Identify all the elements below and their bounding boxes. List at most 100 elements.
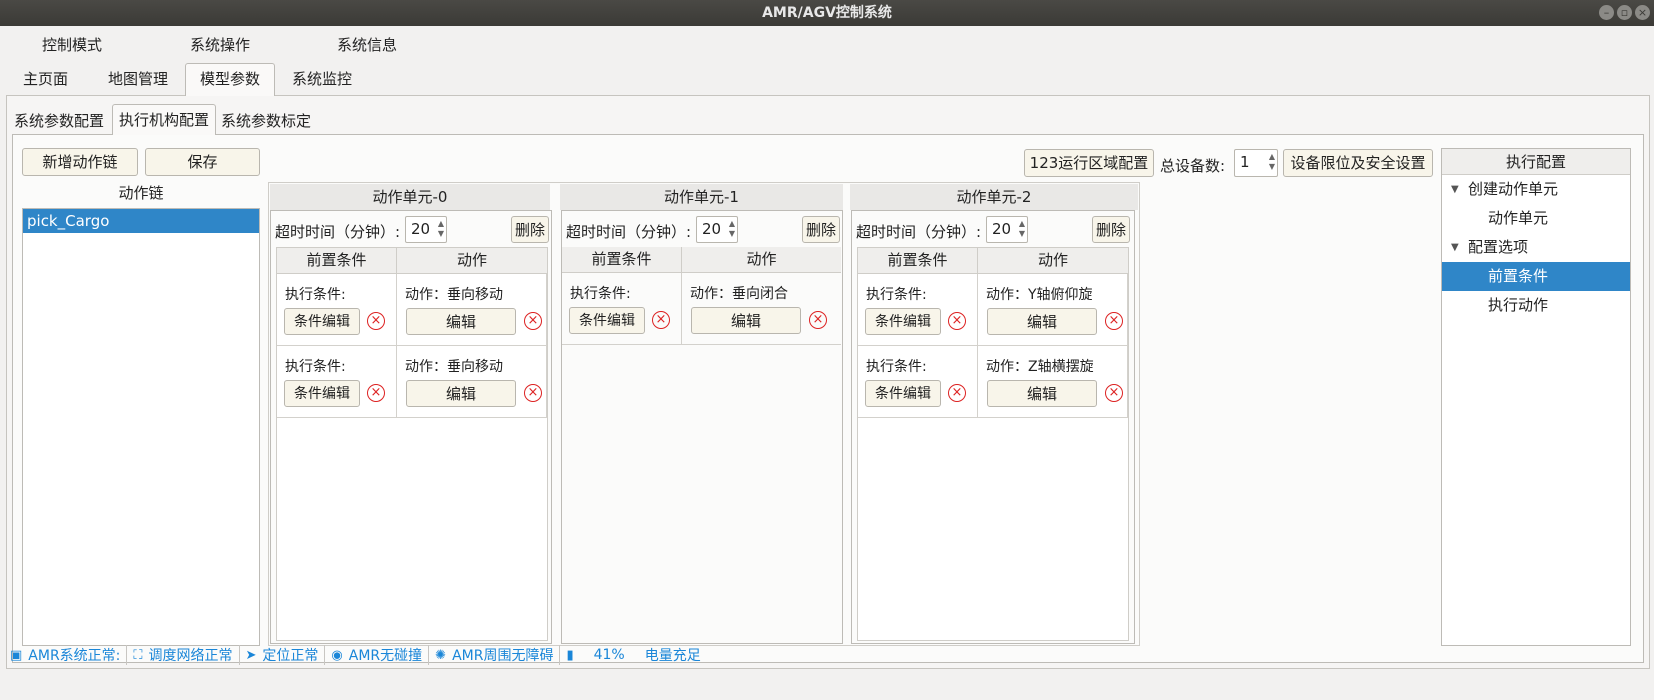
exec-condition-label: 执行条件: — [285, 359, 346, 375]
spin-arrows-icon[interactable]: ▲ ▼ — [1269, 152, 1275, 172]
exec-condition-label: 执行条件: — [285, 287, 346, 303]
status-text: AMR系统正常: — [28, 648, 121, 664]
battery-status-text: 电量充足 — [644, 648, 701, 664]
action-chain-list[interactable]: pick_Cargo — [22, 208, 260, 646]
status-text: AMR周围无障碍 — [452, 648, 554, 664]
status-bar: ▣ AMR系统正常: ⛶ 调度网络正常 ➤ 定位正常 ◉ AMR无碰撞 ✺ AM… — [0, 640, 1654, 670]
unit-1-delete-button[interactable]: 删除 — [802, 216, 840, 243]
action-edit-button[interactable]: 编辑 — [406, 308, 516, 335]
unit-2-panel: 超时时间（分钟）: 20 ▲ ▼ 删除 前置条件 动作 执行条件: 条件编辑 × … — [851, 210, 1135, 644]
tab-system-monitor[interactable]: 系统监控 — [278, 64, 366, 94]
action-edit-button[interactable]: 编辑 — [691, 307, 801, 334]
tab-system-param-config[interactable]: 系统参数配置 — [14, 110, 104, 131]
tree-node-exec-action[interactable]: 执行动作 — [1442, 291, 1630, 320]
table-row: 执行条件: 条件编辑 × — [277, 346, 397, 418]
action-label: 动作：垂向闭合 — [690, 286, 788, 302]
delete-condition-icon[interactable]: × — [367, 384, 385, 402]
unit-2-timeout-spinbox[interactable]: 20 ▲ ▼ — [986, 216, 1028, 243]
table-row: 动作：Z轴横摆旋 编辑 × — [978, 346, 1128, 418]
condition-edit-button[interactable]: 条件编辑 — [569, 307, 645, 334]
zone-config-button[interactable]: 123运行区域配置 — [1024, 149, 1154, 177]
delete-action-icon[interactable]: × — [1105, 312, 1123, 330]
window-controls: – ▫ × — [1599, 5, 1650, 20]
exec-condition-label: 执行条件: — [866, 359, 927, 375]
table-row: 动作：Y轴俯仰旋 编辑 × — [978, 274, 1128, 346]
unit-1-panel: 超时时间（分钟）: 20 ▲ ▼ 删除 前置条件 动作 执行条件: 条件编辑 × … — [561, 210, 843, 644]
condition-edit-button[interactable]: 条件编辑 — [865, 308, 941, 335]
unit-0-panel: 超时时间（分钟）: 20 ▲ ▼ 删除 前置条件 动作 执行条件: 条件编辑 × … — [270, 210, 552, 644]
delete-condition-icon[interactable]: × — [652, 311, 670, 329]
unit-0-col-pre: 前置条件 — [277, 248, 397, 274]
tree-node-create-unit[interactable]: ▼ 创建动作单元 — [1442, 175, 1630, 204]
close-icon[interactable]: × — [1635, 5, 1650, 20]
tab-system-param-calibration[interactable]: 系统参数标定 — [221, 110, 311, 131]
expand-arrow-icon[interactable]: ▼ — [1451, 233, 1459, 262]
action-chain-item[interactable]: pick_Cargo — [23, 209, 259, 233]
device-count-label: 总设备数: — [1160, 157, 1226, 175]
tab-home[interactable]: 主页面 — [9, 64, 82, 94]
tab-map-management[interactable]: 地图管理 — [94, 64, 182, 94]
minimize-icon[interactable]: – — [1599, 5, 1614, 20]
unit-2-col-action: 动作 — [978, 248, 1128, 274]
table-row: 动作：垂向移动 编辑 × — [397, 274, 547, 346]
action-label: 动作：Y轴俯仰旋 — [986, 287, 1093, 303]
tree-node-label: 创建动作单元 — [1468, 180, 1559, 198]
unit-2-delete-button[interactable]: 删除 — [1092, 216, 1130, 243]
execution-config-tree[interactable]: 执行配置 ▼ 创建动作单元 动作单元 ▼ 配置选项 前置条件 执行动作 — [1441, 148, 1631, 646]
status-location: ➤ 定位正常 — [240, 645, 326, 665]
save-button[interactable]: 保存 — [145, 148, 260, 176]
unit-0-timeout-label: 超时时间（分钟）: — [275, 223, 401, 241]
title-bar: AMR/AGV控制系统 — [0, 0, 1654, 26]
window-title: AMR/AGV控制系统 — [762, 5, 892, 21]
spin-arrows-icon[interactable]: ▲ ▼ — [438, 219, 444, 239]
delete-condition-icon[interactable]: × — [948, 312, 966, 330]
unit-2-col-pre: 前置条件 — [858, 248, 978, 274]
spin-arrows-icon[interactable]: ▲ ▼ — [1019, 219, 1025, 239]
status-collision: ◉ AMR无碰撞 — [325, 645, 430, 665]
delete-action-icon[interactable]: × — [524, 384, 542, 402]
action-edit-button[interactable]: 编辑 — [987, 308, 1097, 335]
unit-1-timeout-label: 超时时间（分钟）: — [566, 223, 692, 241]
action-edit-button[interactable]: 编辑 — [987, 380, 1097, 407]
delete-action-icon[interactable]: × — [524, 312, 542, 330]
table-row: 执行条件: 条件编辑 × — [858, 274, 978, 346]
condition-edit-button[interactable]: 条件编辑 — [865, 380, 941, 407]
battery-percent: 41% — [593, 647, 625, 663]
camera-icon: ◉ — [331, 647, 343, 663]
add-action-chain-button[interactable]: 新增动作链 — [22, 148, 138, 176]
status-network: ⛶ 调度网络正常 — [127, 645, 240, 665]
table-row: 执行条件: 条件编辑 × — [858, 346, 978, 418]
unit-1-grid: 前置条件 动作 执行条件: 条件编辑 × 动作：垂向闭合 编辑 × — [562, 247, 842, 641]
delete-condition-icon[interactable]: × — [948, 384, 966, 402]
menu-system-operation[interactable]: 系统操作 — [190, 34, 250, 55]
unit-2-title: 动作单元-2 — [850, 184, 1138, 210]
tree-node-preconditions[interactable]: 前置条件 — [1442, 262, 1630, 291]
action-edit-button[interactable]: 编辑 — [406, 380, 516, 407]
status-text: 定位正常 — [262, 648, 319, 664]
radar-icon: ✺ — [435, 647, 447, 663]
condition-edit-button[interactable]: 条件编辑 — [284, 380, 360, 407]
status-battery: ▮ 41% 电量充足 — [560, 645, 706, 665]
menu-control-mode[interactable]: 控制模式 — [42, 34, 102, 55]
tab-model-params[interactable]: 模型参数 — [185, 63, 276, 96]
delete-action-icon[interactable]: × — [1105, 384, 1123, 402]
tab-actuator-config[interactable]: 执行机构配置 — [112, 104, 217, 135]
tree-node-action-unit[interactable]: 动作单元 — [1442, 204, 1630, 233]
menu-system-info[interactable]: 系统信息 — [337, 34, 397, 55]
unit-1-col-action: 动作 — [682, 247, 841, 273]
delete-condition-icon[interactable]: × — [367, 312, 385, 330]
spin-arrows-icon[interactable]: ▲ ▼ — [729, 219, 735, 239]
unit-2-timeout-value: 20 — [992, 220, 1012, 238]
maximize-icon[interactable]: ▫ — [1617, 5, 1632, 20]
delete-action-icon[interactable]: × — [809, 311, 827, 329]
unit-0-delete-button[interactable]: 删除 — [511, 216, 549, 243]
status-text: AMR无碰撞 — [348, 648, 423, 664]
condition-edit-button[interactable]: 条件编辑 — [284, 308, 360, 335]
tree-node-config-options[interactable]: ▼ 配置选项 — [1442, 233, 1630, 262]
unit-0-timeout-spinbox[interactable]: 20 ▲ ▼ — [405, 216, 447, 243]
expand-arrow-icon[interactable]: ▼ — [1451, 175, 1459, 204]
device-count-spinbox[interactable]: 1 ▲ ▼ — [1234, 149, 1278, 177]
device-limits-button[interactable]: 设备限位及安全设置 — [1283, 149, 1433, 177]
unit-1-timeout-spinbox[interactable]: 20 ▲ ▼ — [696, 216, 738, 243]
unit-2-grid: 前置条件 动作 执行条件: 条件编辑 × 动作：Y轴俯仰旋 编辑 × 执行条件:… — [857, 247, 1129, 641]
